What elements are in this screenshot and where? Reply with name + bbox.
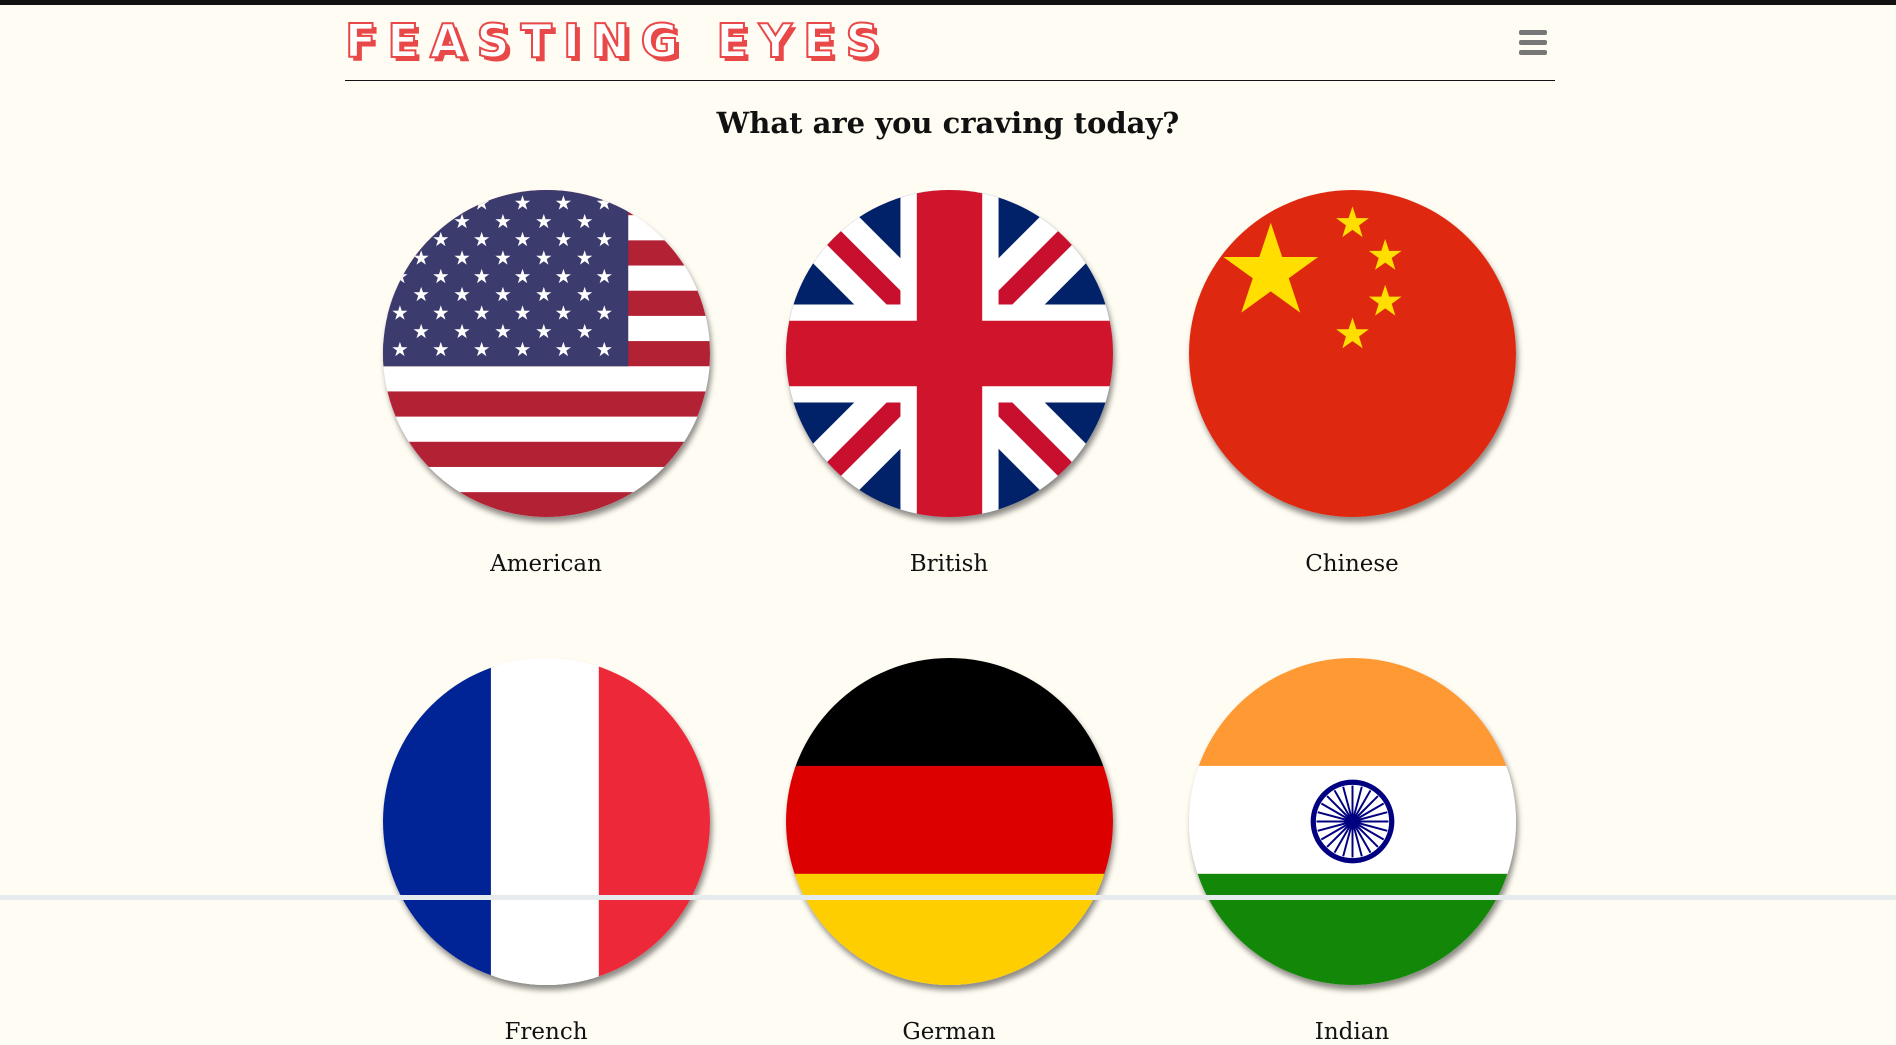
star-icon: ★ [412, 320, 430, 343]
star-icon: ★ [391, 192, 409, 215]
cuisine-label: American [490, 551, 602, 577]
star-icon: ★ [391, 265, 409, 288]
star-icon: ★ [554, 338, 572, 361]
star-icon: ★ [513, 301, 531, 324]
star-icon: ★ [535, 247, 553, 270]
star-icon: ★ [554, 192, 572, 215]
header-divider [345, 80, 1555, 81]
star-icon: ★ [494, 210, 512, 233]
cuisine-german[interactable]: German [784, 658, 1114, 1045]
star-icon: ★ [453, 320, 471, 343]
cuisine-french[interactable]: French [381, 658, 711, 1045]
star-icon: ★ [472, 301, 490, 324]
uk-flag-icon [785, 190, 1113, 517]
star-icon: ★ [575, 210, 593, 233]
france-flag-icon [382, 658, 710, 985]
star-icon: ★ [513, 192, 531, 215]
logo[interactable]: FEASTING EYES [344, 13, 890, 69]
star-icon: ★ [412, 247, 430, 270]
star-icon: ★ [513, 265, 531, 288]
window-top-bar [0, 0, 1896, 5]
star-icon: ★ [535, 210, 553, 233]
star-icon: ★ [391, 338, 409, 361]
star-icon: ★ [513, 338, 531, 361]
cuisine-label: British [909, 551, 989, 577]
star-icon: ★ [494, 320, 512, 343]
star-icon: ★ [432, 192, 450, 215]
cuisine-indian[interactable]: Indian [1187, 658, 1517, 1045]
star-icon: ★ [391, 228, 409, 251]
star-icon: ★ [432, 301, 450, 324]
star-icon: ★ [595, 265, 613, 288]
star-icon: ★ [554, 228, 572, 251]
star-icon: ★ [575, 247, 593, 270]
germany-flag-icon [785, 658, 1113, 985]
hamburger-icon[interactable] [1519, 30, 1547, 56]
star-icon: ★ [453, 210, 471, 233]
star-icon: ★ [494, 247, 512, 270]
star-icon: ★ [412, 283, 430, 306]
star-icon: ★ [595, 192, 613, 215]
star-icon: ★ [453, 247, 471, 270]
star-icon: ★ [432, 338, 450, 361]
star-icon: ★ [472, 192, 490, 215]
star-icon: ★ [494, 283, 512, 306]
star-icon: ★ [412, 210, 430, 233]
star-icon: ★ [575, 320, 593, 343]
star-icon: ★ [472, 338, 490, 361]
cuisine-label: French [504, 1019, 588, 1045]
star-icon: ★ [554, 301, 572, 324]
star-icon: ★ [575, 283, 593, 306]
india-flag-icon [1188, 658, 1516, 985]
us-flag-icon: ★ ★ ★ ★ ★ ★★ ★ ★ ★ ★★ ★ ★ ★ ★ ★★ ★ ★ ★ ★★ ★ ★ ★ ★ ★★ ★ ★ ★ ★★ ★ ★ ★ ★ ★★… [382, 190, 710, 517]
china-flag-icon [1188, 190, 1516, 517]
cuisine-british[interactable]: British [784, 190, 1114, 577]
star-icon: ★ [535, 283, 553, 306]
star-icon: ★ [453, 283, 471, 306]
star-icon: ★ [432, 265, 450, 288]
cuisine-label: Indian [1314, 1019, 1390, 1045]
star-icon: ★ [595, 338, 613, 361]
star-icon: ★ [391, 301, 409, 324]
horizontal-scrollbar[interactable] [0, 895, 1896, 900]
star-icon: ★ [595, 228, 613, 251]
star-icon: ★ [472, 265, 490, 288]
star-icon: ★ [535, 320, 553, 343]
cuisine-chinese[interactable]: Chinese [1187, 190, 1517, 577]
star-icon: ★ [554, 265, 572, 288]
cuisine-label: German [902, 1019, 996, 1045]
star-icon: ★ [472, 228, 490, 251]
page-title: What are you craving today? [716, 106, 1180, 140]
star-icon: ★ [595, 301, 613, 324]
cuisine-label: Chinese [1305, 551, 1399, 577]
cuisine-american[interactable]: ★ ★ ★ ★ ★ ★ ★ ★ ★ ★ ★ ★ ★ ★ ★ ★ ★ ★ ★ ★ ★ ★ ★ ★ ★ ★ ★ ★ ★ ★ ★ ★ ★ ★ ★ ★ ★ ★ ★ ★… [381, 190, 711, 577]
star-icon: ★ [432, 228, 450, 251]
star-icon: ★ [513, 228, 531, 251]
